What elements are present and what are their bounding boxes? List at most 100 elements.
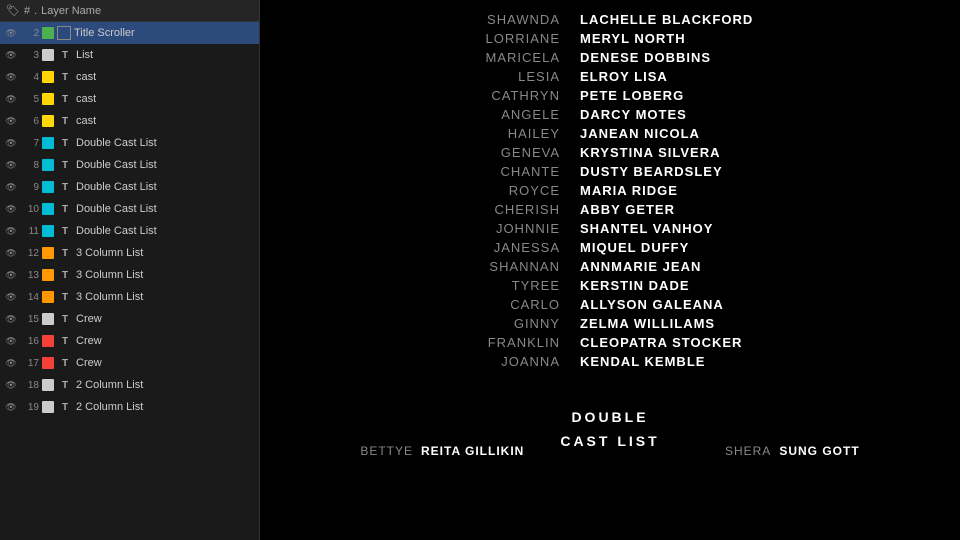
layer-type-icon: T	[57, 226, 73, 237]
cast-section: SHAWNDALACHELLE BLACKFORDLORRIANEMERYL N…	[260, 10, 960, 371]
cast-role: ANGELE	[370, 107, 570, 122]
layer-number: 11	[21, 226, 39, 237]
layer-color-swatch	[42, 269, 54, 281]
layer-row[interactable]: 👁8TDouble Cast List	[0, 154, 259, 176]
layer-name-label: List	[76, 49, 255, 61]
cast-row: ROYCEMARIA RIDGE	[260, 183, 960, 198]
cast-role: FRANKLIN	[370, 335, 570, 350]
cast-row: TYREEKERSTIN DADE	[260, 278, 960, 293]
cast-role: JOANNA	[370, 354, 570, 369]
layer-name-label: cast	[76, 115, 255, 127]
layer-color-swatch	[42, 379, 54, 391]
layer-type-icon: T	[57, 138, 73, 149]
cast-name: SHANTEL VANHOY	[570, 221, 850, 236]
layer-row[interactable]: 👁10TDouble Cast List	[0, 198, 259, 220]
cast-name: CLEOPATRA STOCKER	[570, 335, 850, 350]
cast-row: JOANNAKENDAL KEMBLE	[260, 354, 960, 369]
cast-role: CARLO	[370, 297, 570, 312]
cast-name: ALLYSON GALEANA	[570, 297, 850, 312]
layer-header: 🏷 # . Layer Name	[0, 0, 259, 22]
eye-icon: 👁	[4, 138, 18, 149]
layer-number: 2	[21, 28, 39, 39]
layer-row[interactable]: 👁18T2 Column List	[0, 374, 259, 396]
layer-number: 9	[21, 182, 39, 193]
layer-row[interactable]: 👁12T3 Column List	[0, 242, 259, 264]
layer-row[interactable]: 👁19T2 Column List	[0, 396, 259, 418]
cast-role: JOHNNIE	[370, 221, 570, 236]
cast-name: MERYL NORTH	[570, 31, 850, 46]
cast-row: SHAWNDALACHELLE BLACKFORD	[260, 12, 960, 27]
layer-type-icon: T	[57, 50, 73, 61]
header-dot: .	[34, 5, 37, 17]
layer-name-label: 3 Column List	[76, 291, 255, 303]
bottom-section: BETTYE REITA GILLIKIN SHERA SUNG GOTT	[260, 435, 960, 463]
layer-name-label: Crew	[76, 313, 255, 325]
layer-row[interactable]: 👁7TDouble Cast List	[0, 132, 259, 154]
cast-name: ABBY GETER	[570, 202, 850, 217]
cast-role: JANESSA	[370, 240, 570, 255]
eye-icon: 👁	[4, 160, 18, 171]
cast-row: MARICELADENESE DOBBINS	[260, 50, 960, 65]
section-title-double: DOUBLE	[260, 409, 960, 425]
layer-row[interactable]: 👁5Tcast	[0, 88, 259, 110]
layer-number: 17	[21, 358, 39, 369]
layer-row[interactable]: 👁4Tcast	[0, 66, 259, 88]
layer-color-swatch	[42, 93, 54, 105]
layer-row[interactable]: 👁14T3 Column List	[0, 286, 259, 308]
cast-role: MARICELA	[370, 50, 570, 65]
cast-name: KRYSTINA SILVERA	[570, 145, 850, 160]
eye-icon: 👁	[4, 204, 18, 215]
layer-number: 12	[21, 248, 39, 259]
layer-row[interactable]: 👁16TCrew	[0, 330, 259, 352]
cast-role: LESIA	[370, 69, 570, 84]
layer-name-label: Double Cast List	[76, 181, 255, 193]
eye-icon: 👁	[4, 336, 18, 347]
layer-name-label: Double Cast List	[76, 159, 255, 171]
cast-row: CATHRYNPETE LOBERG	[260, 88, 960, 103]
layer-name-label: Crew	[76, 335, 255, 347]
layer-type-icon: T	[57, 380, 73, 391]
layer-number: 14	[21, 292, 39, 303]
cast-row: CHERISHABBY GETER	[260, 202, 960, 217]
layer-row[interactable]: 👁6Tcast	[0, 110, 259, 132]
cast-row: GINNYZELMA WILLILAMS	[260, 316, 960, 331]
tag-icon: 🏷	[6, 4, 20, 17]
layer-name-label: cast	[76, 71, 255, 83]
layer-type-icon: T	[57, 94, 73, 105]
layer-color-swatch	[42, 159, 54, 171]
cast-row: GENEVAKRYSTINA SILVERA	[260, 145, 960, 160]
layer-row[interactable]: 👁13T3 Column List	[0, 264, 259, 286]
cast-role: GENEVA	[370, 145, 570, 160]
cast-row: FRANKLINCLEOPATRA STOCKER	[260, 335, 960, 350]
layer-row[interactable]: 👁2Title Scroller	[0, 22, 259, 44]
layer-color-swatch	[42, 357, 54, 369]
cast-row: SHANNANANNMARIE JEAN	[260, 259, 960, 274]
bottom-right-value: SUNG GOTT	[779, 444, 859, 458]
layer-row[interactable]: 👁17TCrew	[0, 352, 259, 374]
cast-name: ANNMARIE JEAN	[570, 259, 850, 274]
eye-icon: 👁	[4, 270, 18, 281]
layer-color-swatch	[42, 401, 54, 413]
layer-row[interactable]: 👁3TList	[0, 44, 259, 66]
layer-row[interactable]: 👁11TDouble Cast List	[0, 220, 259, 242]
eye-icon: 👁	[4, 314, 18, 325]
layer-color-swatch	[42, 203, 54, 215]
layer-name-label: 2 Column List	[76, 401, 255, 413]
layer-number: 4	[21, 72, 39, 83]
layer-row[interactable]: 👁9TDouble Cast List	[0, 176, 259, 198]
layer-row[interactable]: 👁15TCrew	[0, 308, 259, 330]
layer-type-icon: T	[57, 292, 73, 303]
cast-row: ANGELEDARCY MOTES	[260, 107, 960, 122]
layer-type-icon: T	[57, 72, 73, 83]
layer-type-icon: T	[57, 248, 73, 259]
cast-row: LESIAELROY LISA	[260, 69, 960, 84]
cast-name: ELROY LISA	[570, 69, 850, 84]
layer-color-swatch	[42, 247, 54, 259]
layer-type-icon: T	[57, 160, 73, 171]
cast-row: CARLOALLYSON GALEANA	[260, 297, 960, 312]
left-panel: 🏷 # . Layer Name 👁2Title Scroller👁3TList…	[0, 0, 260, 540]
cast-name: ZELMA WILLILAMS	[570, 316, 850, 331]
cast-role: GINNY	[370, 316, 570, 331]
eye-icon: 👁	[4, 182, 18, 193]
cast-name: MIQUEL DUFFY	[570, 240, 850, 255]
